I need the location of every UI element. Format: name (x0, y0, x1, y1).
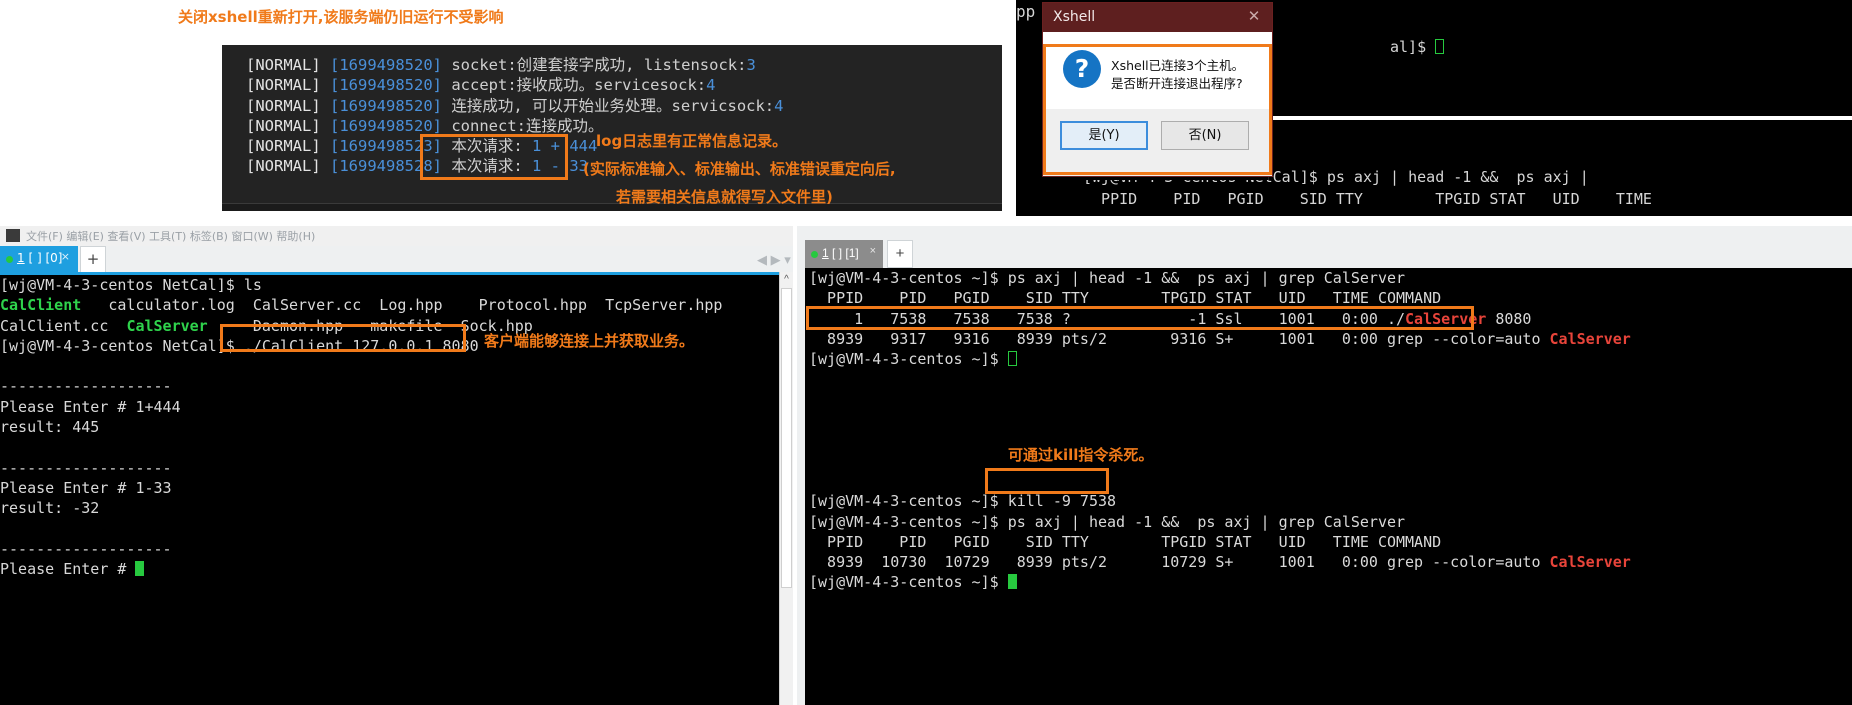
new-tab-button[interactable]: + (80, 246, 106, 272)
background-terminal-line-2: PPID PID PGID SID TTY TPGID STAT UID TIM… (1083, 190, 1652, 208)
terminal-line: CalClient calculator.log CalServer.cc Lo… (0, 296, 723, 315)
scrollbar-thumb[interactable] (781, 288, 792, 588)
terminal-line: result: 445 (0, 418, 100, 437)
dialog-titlebar: Xshell ✕ (1043, 3, 1272, 32)
background-app-text: pp (1016, 2, 1036, 21)
right-tabbar: ◀ ▶ ▾ 1 [ ] [1] × + (757, 236, 1852, 268)
connected-status-dot-icon (6, 256, 13, 263)
cursor-hollow-icon (1007, 351, 1017, 367)
annotation-client-connect: 客户端能够连接上并获取业务。 (484, 332, 695, 350)
terminal-line-command: [wj@VM-4-3-centos ~]$ ps axj | head -1 &… (809, 269, 1406, 287)
terminal-line: result: -32 (0, 499, 100, 518)
terminal-line-prompt: [wj@VM-4-3-centos ~]$ (805, 349, 1852, 369)
tab-session-1[interactable]: 1 [ ] [1] × (805, 240, 883, 268)
terminal-line: Please Enter # 1-33 (0, 478, 172, 497)
cursor-icon (1007, 574, 1017, 590)
annotation-log-normal: log日志里有正常信息记录。 (596, 132, 788, 150)
terminal-line-process: 8939 9317 9316 8939 pts/2 9316 S+ 1001 0… (809, 329, 1631, 348)
cursor-hollow-icon (1435, 39, 1445, 54)
terminal-line: ------------------- (0, 458, 172, 477)
left-menubar[interactable]: 文件(F) 编辑(E) 查看(V) 工具(T) 标签(B) 窗口(W) 帮助(H… (0, 226, 793, 246)
left-menubar-items: 文件(F) 编辑(E) 查看(V) 工具(T) 标签(B) 窗口(W) 帮助(H… (26, 230, 316, 243)
annotation-log-writefile: 若需要相关信息就得写入文件里) (616, 188, 833, 206)
annotation-kill-command: 可通过kill指令杀死。 (1008, 446, 1154, 464)
close-icon[interactable]: ✕ (1244, 8, 1264, 26)
dialog-highlight-box (1043, 44, 1272, 175)
connected-status-dot-icon (811, 251, 818, 258)
left-terminal-scrollbar[interactable]: ^ (779, 272, 793, 705)
new-tab-button[interactable]: + (887, 240, 913, 268)
window-gap (0, 211, 1016, 226)
log-window: [NORMAL] [1699498520] socket:创建套接字成功, li… (222, 45, 1002, 211)
terminal-line-prompt: [wj@VM-4-3-centos ~]$ (805, 572, 1852, 592)
log-line: [NORMAL] [1699498520] 连接成功, 可以开始业务处理。ser… (246, 96, 784, 115)
scroll-up-icon[interactable]: ^ (780, 272, 793, 288)
terminal-line-process: 8939 10730 10729 8939 pts/2 10729 S+ 100… (809, 553, 1631, 572)
annotation-restart-xshell: 关闭xshell重新打开,该服务端仍旧运行不受影响 (178, 8, 504, 26)
log-line: [NORMAL] [1699498520] socket:创建套接字成功, li… (246, 56, 756, 74)
calserver-process-highlight-box (806, 306, 1474, 330)
terminal-line: ------------------- (0, 539, 172, 558)
tab-close-icon[interactable]: × (61, 250, 70, 263)
tab-session-1[interactable]: 1 [ ] [0] × (0, 246, 78, 272)
dialog-title: Xshell (1053, 9, 1096, 25)
tab-label-rest: [ ] [1] (832, 246, 859, 260)
tab-nav-arrows-icon[interactable]: ◀ ▶ ▾ (757, 252, 791, 268)
left-xshell-window: 文件(F) 编辑(E) 查看(V) 工具(T) 标签(B) 窗口(W) 帮助(H… (0, 226, 793, 705)
tab-label: 1 [ ] [0] (17, 251, 62, 265)
tab-close-icon[interactable]: × (870, 245, 876, 257)
request-lines-highlight-box (420, 134, 568, 180)
tab-label-number: 1 (822, 246, 829, 260)
annotation-log-redirect: (实际标准输入、标准输出、标准错误重定向后, (583, 160, 896, 178)
tab-label: 1 [ ] [1] (822, 246, 859, 260)
terminal-line-command: [wj@VM-4-3-centos ~]$ kill -9 7538 (809, 492, 1117, 511)
terminal-line: Please Enter # 1+444 (0, 397, 181, 416)
kill-command-highlight-box (985, 468, 1109, 494)
calclient-command-highlight-box (220, 324, 466, 352)
right-terminal[interactable]: [wj@VM-4-3-centos ~]$ ps axj | head -1 &… (805, 268, 1852, 705)
terminal-line-command: [wj@VM-4-3-centos ~]$ ps axj | head -1 &… (809, 512, 1406, 531)
right-xshell-window: ◀ ▶ ▾ 1 [ ] [1] × + [wj@VM-4-3-centos ~]… (757, 226, 1852, 705)
background-terminal-line-right: al]$ (1390, 38, 1445, 56)
left-tabbar: 1 [ ] [0] × + (0, 246, 793, 272)
bg-prompt-text: al]$ (1390, 38, 1436, 56)
terminal-line: [wj@VM-4-3-centos NetCal]$ ls (0, 276, 262, 294)
terminal-line-prompt: Please Enter # (0, 559, 779, 579)
app-logo-icon (6, 229, 20, 242)
tab-label-rest: [ ] [0] (28, 251, 63, 265)
terminal-line-header: PPID PID PGID SID TTY TPGID STAT UID TIM… (809, 532, 1442, 551)
terminal-line: ------------------- (0, 377, 172, 396)
cursor-icon (135, 561, 145, 577)
log-line: [NORMAL] [1699498520] accept:接收成功。servic… (246, 76, 716, 95)
tab-label-number: 1 (17, 251, 25, 265)
